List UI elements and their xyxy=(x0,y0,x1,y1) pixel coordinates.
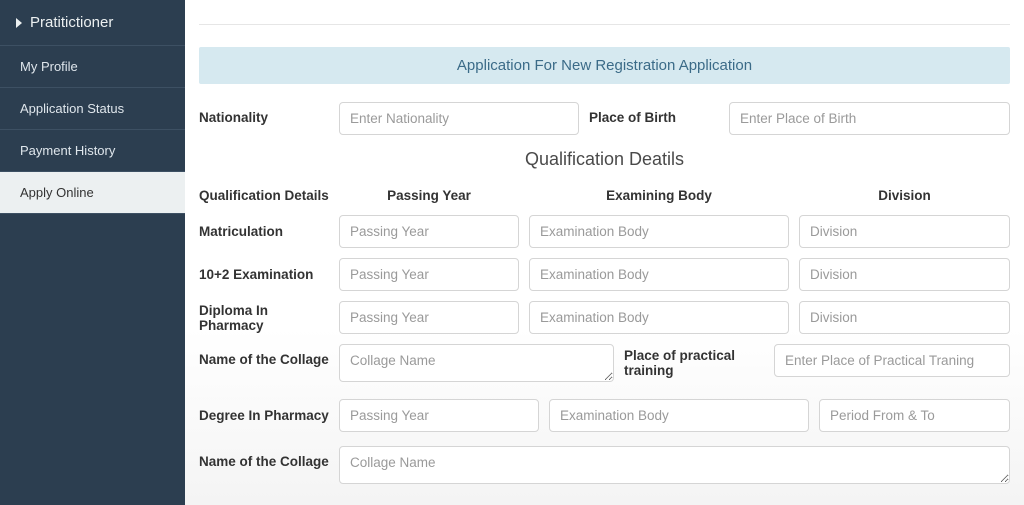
qual-row-diploma: Diploma In Pharmacy xyxy=(199,301,1010,334)
collage-name-input[interactable] xyxy=(339,344,614,382)
chevron-right-icon xyxy=(16,18,22,28)
col-examining-body: Examining Body xyxy=(529,188,789,203)
sidebar-title: Pratitictioner xyxy=(30,14,113,31)
top-divider xyxy=(199,24,1010,25)
qualification-details-label: Qualification Details xyxy=(199,188,329,203)
degree-passing-year-input[interactable] xyxy=(339,399,539,432)
sidebar-item-apply-online[interactable]: Apply Online xyxy=(0,172,185,214)
practical-training-input[interactable] xyxy=(774,344,1010,377)
form-banner: Application For New Registration Applica… xyxy=(199,47,1010,84)
sidebar-item-label: My Profile xyxy=(20,59,78,74)
diploma-exam-body-input[interactable] xyxy=(529,301,789,334)
sidebar-item-my-profile[interactable]: My Profile xyxy=(0,46,185,88)
collage-row-2: Name of the Collage xyxy=(199,446,1010,487)
sidebar-item-label: Apply Online xyxy=(20,185,94,200)
qual-row-matriculation: Matriculation xyxy=(199,215,1010,248)
matric-passing-year-input[interactable] xyxy=(339,215,519,248)
row-label: 10+2 Examination xyxy=(199,267,329,282)
sidebar-item-application-status[interactable]: Application Status xyxy=(0,88,185,130)
main-content: Application For New Registration Applica… xyxy=(185,0,1024,505)
collage2-name-input[interactable] xyxy=(339,446,1010,484)
matric-division-input[interactable] xyxy=(799,215,1010,248)
10plus2-division-input[interactable] xyxy=(799,258,1010,291)
sidebar-header[interactable]: Pratitictioner xyxy=(0,0,185,46)
collage-label: Name of the Collage xyxy=(199,344,329,367)
sidebar-item-payment-history[interactable]: Payment History xyxy=(0,130,185,172)
nationality-input[interactable] xyxy=(339,102,579,135)
qualification-section-title: Qualification Deatils xyxy=(199,149,1010,170)
degree-period-input[interactable] xyxy=(819,399,1010,432)
sidebar: Pratitictioner My Profile Application St… xyxy=(0,0,185,505)
pob-input[interactable] xyxy=(729,102,1010,135)
matric-exam-body-input[interactable] xyxy=(529,215,789,248)
degree-row: Degree In Pharmacy xyxy=(199,399,1010,432)
col-division: Division xyxy=(799,188,1010,203)
qual-row-10plus2: 10+2 Examination xyxy=(199,258,1010,291)
personal-row: Nationality Place of Birth xyxy=(199,102,1010,135)
10plus2-passing-year-input[interactable] xyxy=(339,258,519,291)
degree-label: Degree In Pharmacy xyxy=(199,408,329,423)
collage-row-1: Name of the Collage Place of practical t… xyxy=(199,344,1010,385)
diploma-division-input[interactable] xyxy=(799,301,1010,334)
diploma-passing-year-input[interactable] xyxy=(339,301,519,334)
degree-exam-body-input[interactable] xyxy=(549,399,809,432)
col-passing-year: Passing Year xyxy=(339,188,519,203)
sidebar-item-label: Application Status xyxy=(20,101,124,116)
10plus2-exam-body-input[interactable] xyxy=(529,258,789,291)
nationality-label: Nationality xyxy=(199,102,329,125)
sidebar-item-label: Payment History xyxy=(20,143,115,158)
row-label: Matriculation xyxy=(199,224,329,239)
top-strip xyxy=(199,0,1010,24)
practical-training-label: Place of practical training xyxy=(624,344,764,378)
qualification-header-row: Qualification Details Passing Year Exami… xyxy=(199,188,1010,203)
collage2-label: Name of the Collage xyxy=(199,446,329,469)
pob-label: Place of Birth xyxy=(589,102,719,125)
row-label: Diploma In Pharmacy xyxy=(199,303,329,333)
